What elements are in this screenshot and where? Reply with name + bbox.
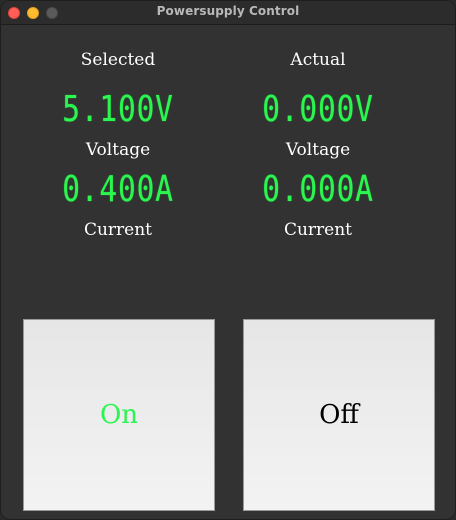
window-title: Powersupply Control [156,4,300,18]
selected-current-display: 0.400A [62,169,174,210]
actual-header: Actual [290,50,346,70]
selected-voltage-display: 5.100V [62,89,174,130]
off-button[interactable]: Off [243,319,435,511]
power-supply-window: Powersupply Control Selected Actual 5.10… [0,0,456,520]
title-bar[interactable]: Powersupply Control [1,1,455,25]
actual-current-label: Current [283,220,353,240]
selected-current-label: Current [83,220,153,240]
selected-header: Selected [80,50,156,70]
actual-voltage-display: 0.000V [262,89,374,130]
actual-voltage-label: Voltage [285,140,351,160]
selected-voltage-label: Voltage [85,140,151,160]
on-button[interactable]: On [23,319,215,511]
actual-current-display: 0.000A [262,169,374,210]
